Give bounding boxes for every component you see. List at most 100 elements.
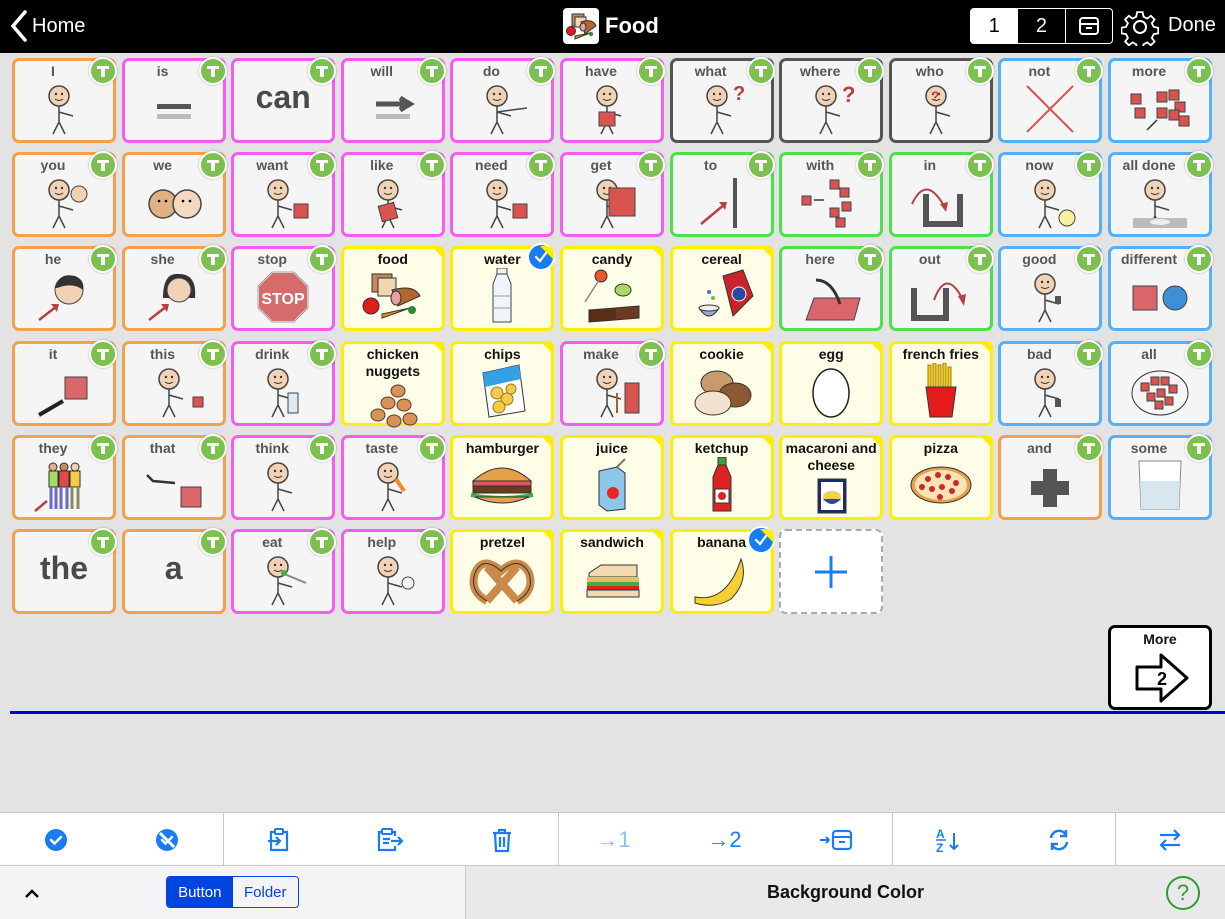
- text-only-t-badge-icon[interactable]: [308, 433, 337, 462]
- grid-button-hamburger[interactable]: hamburger: [450, 434, 555, 520]
- grid-button-we[interactable]: we: [121, 151, 227, 238]
- grid-button-it[interactable]: it: [12, 339, 117, 426]
- text-only-t-badge-icon[interactable]: [308, 57, 337, 85]
- text-only-t-badge-icon[interactable]: [417, 151, 446, 180]
- grid-button-have[interactable]: have: [560, 57, 665, 143]
- text-only-t-badge-icon[interactable]: [637, 339, 665, 368]
- grid-button-a[interactable]: a: [121, 528, 227, 614]
- text-only-t-badge-icon[interactable]: [1075, 57, 1104, 85]
- grid-button-different[interactable]: different: [1108, 245, 1213, 332]
- grid-button-ketchup[interactable]: ketchup: [669, 434, 774, 520]
- paste-button[interactable]: [223, 813, 334, 866]
- text-only-t-badge-icon[interactable]: [417, 528, 446, 556]
- text-only-t-badge-icon[interactable]: [527, 57, 556, 85]
- grid-button-macaroni-and-cheese[interactable]: macaroni and cheese: [779, 434, 884, 520]
- more-page-button[interactable]: More 2: [1108, 625, 1212, 710]
- text-only-t-badge-icon[interactable]: [965, 245, 994, 274]
- delete-button[interactable]: [446, 813, 557, 866]
- grid-button-egg[interactable]: egg: [779, 340, 884, 426]
- page-2-tab[interactable]: 2: [1018, 9, 1066, 43]
- gear-icon[interactable]: [1121, 8, 1159, 46]
- text-only-t-badge-icon[interactable]: [198, 528, 227, 556]
- grid-button-cereal[interactable]: cereal: [669, 246, 774, 332]
- grid-button-not[interactable]: not: [998, 57, 1104, 143]
- text-only-t-badge-icon[interactable]: [856, 245, 885, 274]
- grid-button-he[interactable]: he: [12, 245, 117, 332]
- grid-button-she[interactable]: she: [121, 245, 227, 332]
- move-to-page-2-button[interactable]: →2: [669, 813, 780, 866]
- text-only-t-badge-icon[interactable]: [1075, 245, 1104, 274]
- grid-button-think[interactable]: think: [231, 433, 337, 520]
- text-only-t-badge-icon[interactable]: [308, 528, 337, 556]
- sort-alpha-button[interactable]: AZ: [892, 813, 1003, 866]
- grid-button-french-fries[interactable]: french fries: [888, 340, 993, 426]
- grid-button-now[interactable]: now: [998, 151, 1104, 238]
- text-only-t-badge-icon[interactable]: [746, 57, 775, 85]
- text-only-t-badge-icon[interactable]: [1185, 57, 1213, 85]
- grid-button-will[interactable]: will: [340, 57, 446, 143]
- grid-button-out[interactable]: out: [888, 245, 994, 332]
- grid-button-banana[interactable]: banana: [669, 526, 775, 614]
- text-only-t-badge-icon[interactable]: [198, 151, 227, 180]
- grid-button-pretzel[interactable]: pretzel: [450, 529, 555, 614]
- text-only-t-badge-icon[interactable]: [637, 151, 665, 180]
- grid-button-some[interactable]: some: [1108, 433, 1213, 520]
- text-only-t-badge-icon[interactable]: [1075, 433, 1104, 462]
- grid-button-need[interactable]: need: [450, 151, 556, 238]
- grid-button-you[interactable]: you: [12, 151, 117, 238]
- move-to-page-1-button[interactable]: →1: [558, 813, 669, 866]
- text-only-t-badge-icon[interactable]: [89, 528, 117, 556]
- grid-button-what[interactable]: what?: [669, 57, 775, 143]
- grid-button-drink[interactable]: drink: [231, 339, 337, 426]
- grid-button-can[interactable]: can: [231, 57, 337, 143]
- grid-button-candy[interactable]: candy: [560, 246, 664, 332]
- text-only-t-badge-icon[interactable]: [1075, 151, 1104, 180]
- grid-button-in[interactable]: in: [888, 151, 994, 238]
- text-only-t-badge-icon[interactable]: [308, 245, 337, 274]
- grid-button-get[interactable]: get: [560, 151, 665, 238]
- text-only-t-badge-icon[interactable]: [856, 151, 885, 180]
- grid-button-juice[interactable]: juice: [560, 434, 664, 520]
- grid-button-is[interactable]: is: [121, 57, 227, 143]
- text-only-t-badge-icon[interactable]: [1075, 339, 1104, 368]
- text-only-t-badge-icon[interactable]: [198, 339, 227, 368]
- text-only-t-badge-icon[interactable]: [89, 151, 117, 180]
- text-only-t-badge-icon[interactable]: [89, 57, 117, 85]
- text-only-t-badge-icon[interactable]: [965, 57, 994, 85]
- text-only-t-badge-icon[interactable]: [417, 57, 446, 85]
- grid-button-who[interactable]: who?: [888, 57, 994, 143]
- done-button[interactable]: Done: [1168, 14, 1216, 37]
- grid-button-that[interactable]: that: [121, 433, 227, 520]
- grid-button-i[interactable]: I: [12, 57, 117, 143]
- text-only-t-badge-icon[interactable]: [856, 57, 885, 85]
- page-1-tab[interactable]: 1: [971, 9, 1019, 43]
- grid-button-do[interactable]: do: [450, 57, 556, 143]
- grid-button-they[interactable]: they: [12, 433, 117, 520]
- help-button[interactable]: ?: [1166, 876, 1200, 910]
- grid-button-like[interactable]: like: [340, 151, 446, 238]
- segment-folder[interactable]: Folder: [233, 877, 299, 907]
- grid-button-make[interactable]: make: [560, 339, 665, 426]
- segment-button[interactable]: Button: [167, 877, 233, 907]
- grid-button-here[interactable]: here: [779, 245, 885, 332]
- deselect-all-button[interactable]: [111, 813, 222, 866]
- select-all-button[interactable]: [0, 813, 111, 866]
- refresh-button[interactable]: [1003, 813, 1114, 866]
- add-button-cell[interactable]: [779, 529, 884, 614]
- grid-button-bad[interactable]: bad: [998, 339, 1104, 426]
- text-only-t-badge-icon[interactable]: [198, 433, 227, 462]
- grid-button-the[interactable]: the: [12, 528, 117, 614]
- text-only-t-badge-icon[interactable]: [1185, 433, 1213, 462]
- text-only-t-badge-icon[interactable]: [308, 339, 337, 368]
- grid-button-good[interactable]: good: [998, 245, 1104, 332]
- chevron-up-icon[interactable]: [22, 886, 42, 900]
- text-only-t-badge-icon[interactable]: [637, 57, 665, 85]
- grid-button-all-done[interactable]: all done: [1108, 151, 1213, 238]
- move-to-storage-button[interactable]: [780, 813, 891, 866]
- grid-button-help[interactable]: help: [340, 528, 446, 614]
- text-only-t-badge-icon[interactable]: [1185, 151, 1213, 180]
- grid-button-chips[interactable]: chips: [450, 340, 555, 426]
- grid-button-stop[interactable]: stop STOP: [231, 245, 337, 332]
- text-only-t-badge-icon[interactable]: [308, 151, 337, 180]
- grid-button-taste[interactable]: taste: [340, 433, 446, 520]
